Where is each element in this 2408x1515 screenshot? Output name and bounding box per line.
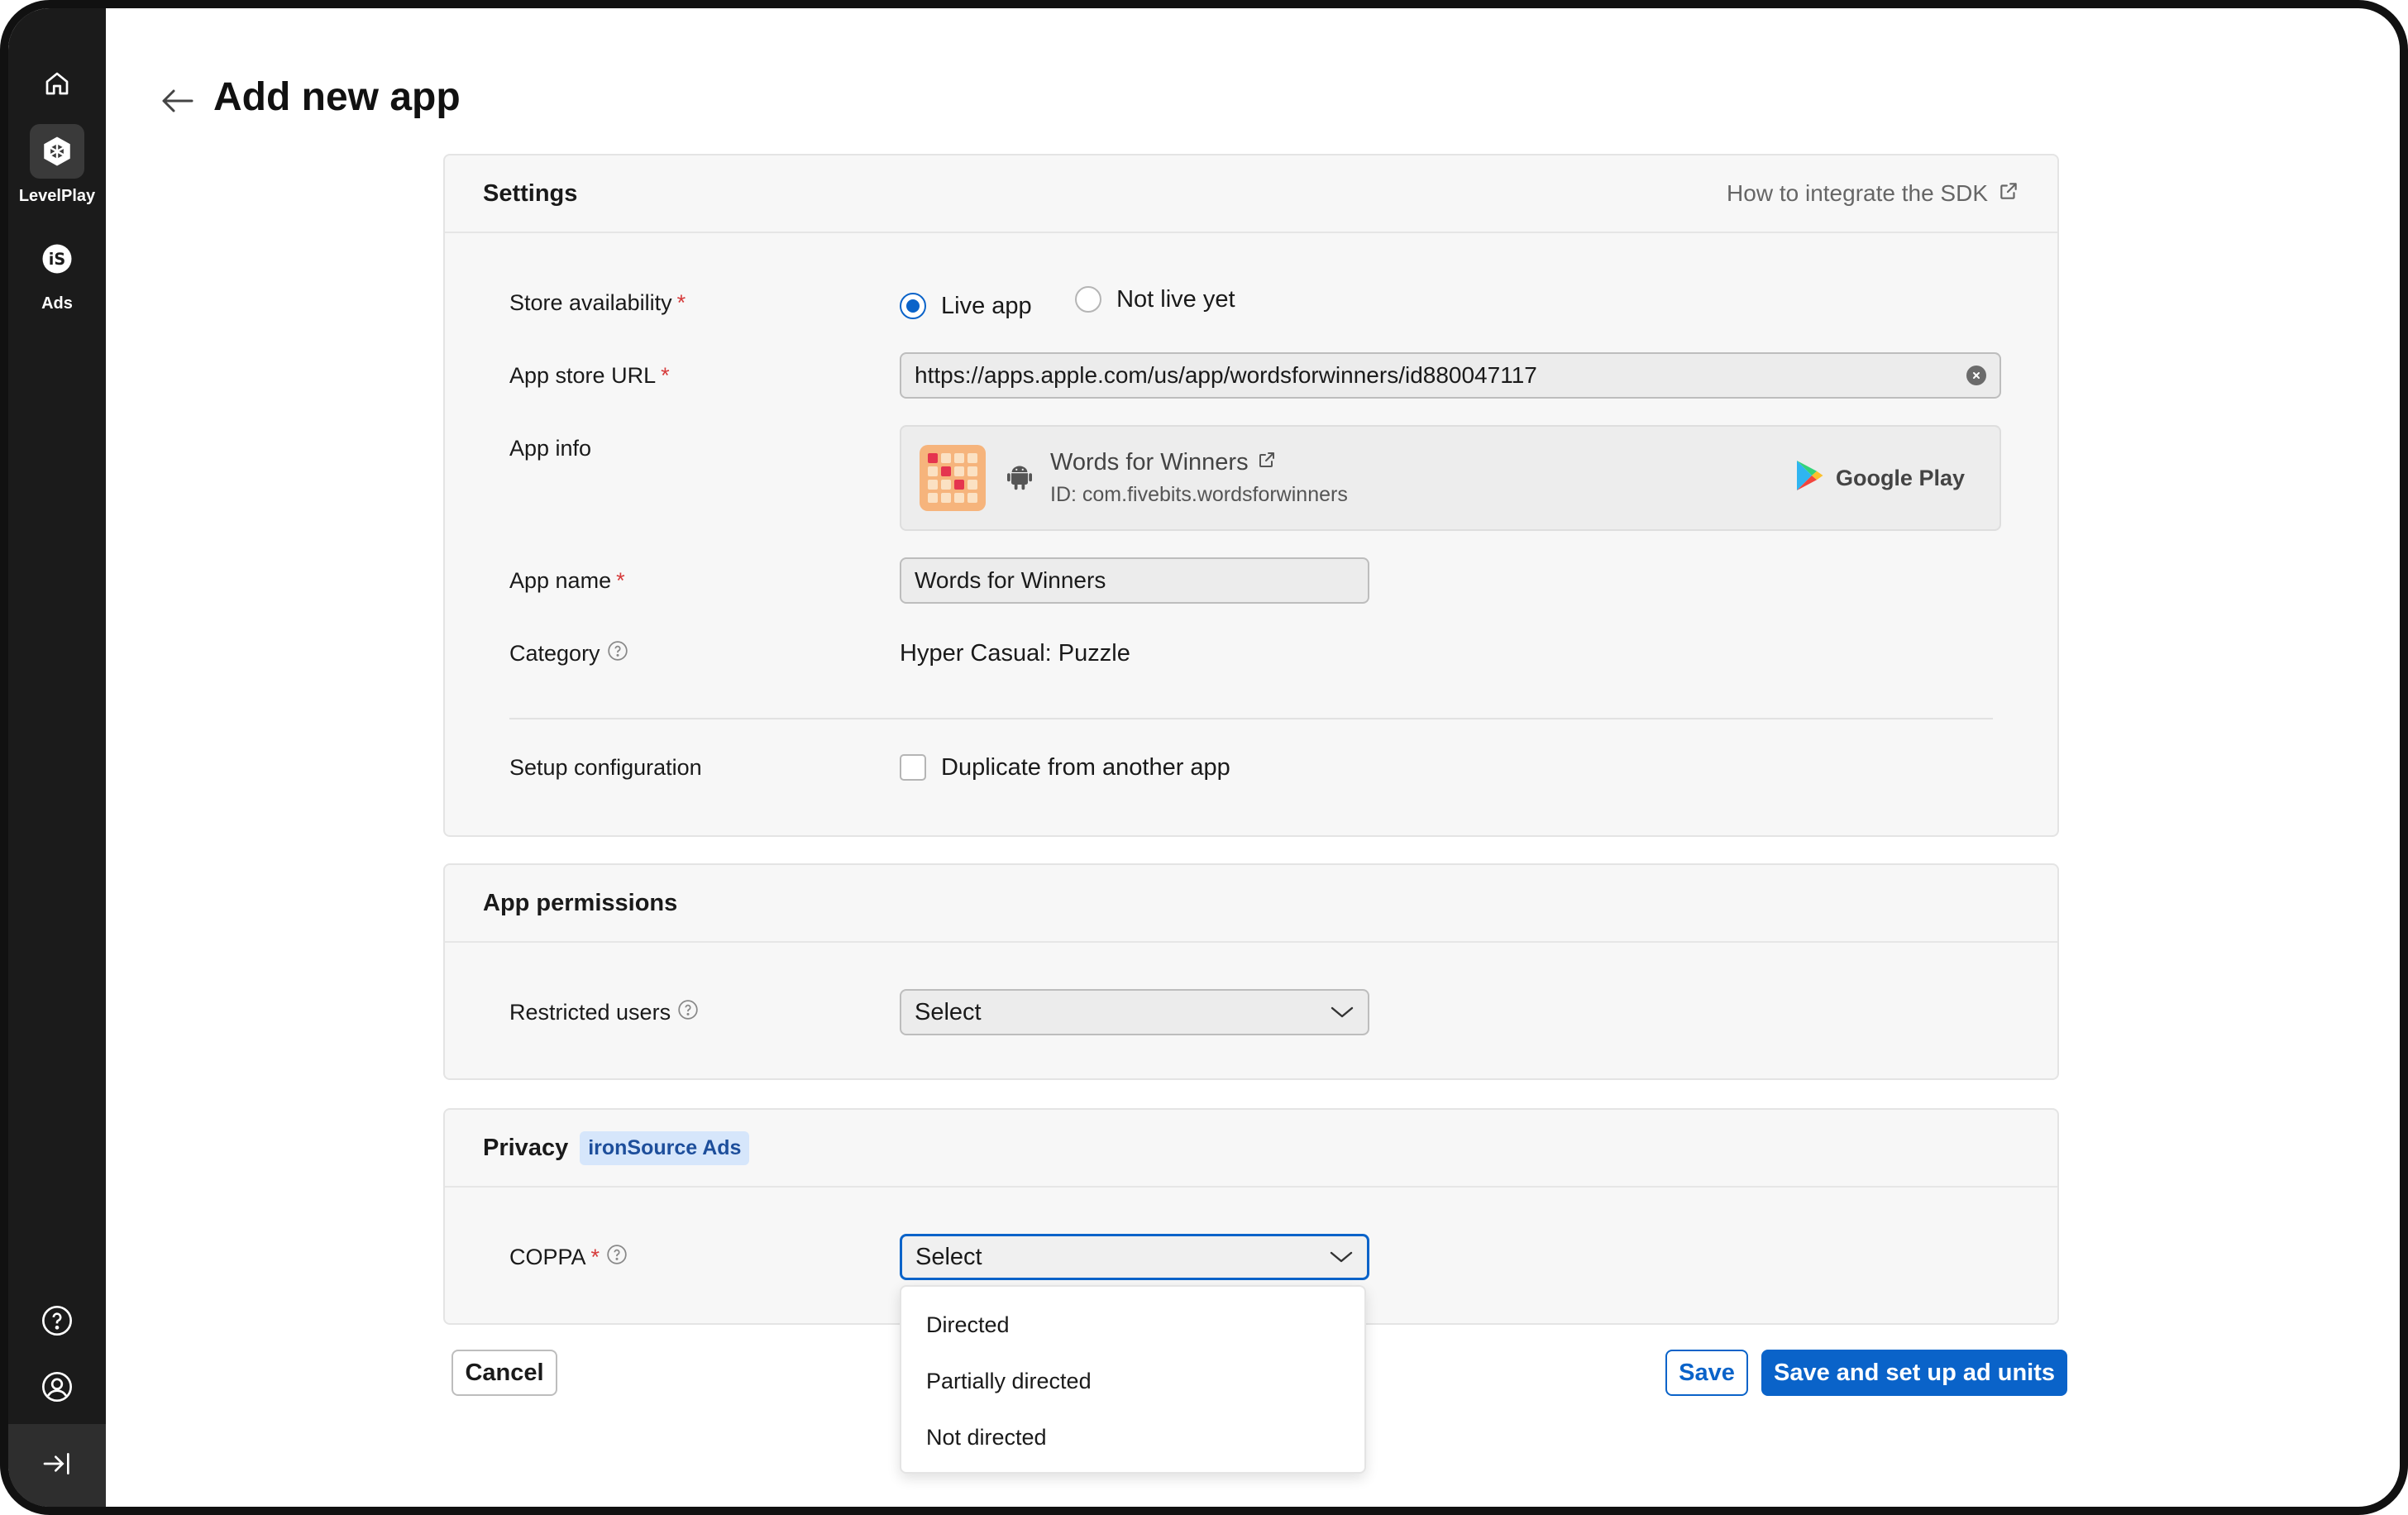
category-label: Category — [509, 640, 628, 667]
app-permissions-header: App permissions — [445, 865, 2057, 943]
sidebar-item-label: LevelPlay — [18, 187, 96, 205]
ironsource-ads-badge: ironSource Ads — [580, 1130, 750, 1165]
coppa-option-not-directed[interactable]: Not directed — [901, 1409, 1364, 1465]
restricted-users-select[interactable]: Select — [900, 989, 1369, 1035]
app-name-label: App name * — [509, 567, 625, 593]
live-app-radio[interactable]: Live app — [900, 293, 1032, 320]
settings-card-header: Settings How to integrate the SDK — [445, 155, 2057, 233]
app-store-url-input[interactable]: https://apps.apple.com/us/app/wordsforwi… — [900, 352, 2001, 399]
coppa-option-partially-directed[interactable]: Partially directed — [901, 1353, 1364, 1409]
store-availability-radio-group: Live app Not live yet — [900, 286, 1275, 320]
restricted-users-label: Restricted users — [509, 999, 699, 1026]
setup-configuration-label: Setup configuration — [509, 754, 702, 780]
unity-icon — [30, 124, 84, 179]
privacy-title: Privacy — [483, 1134, 569, 1161]
checkbox-unchecked-icon — [900, 754, 926, 781]
external-link-icon — [1249, 449, 1277, 476]
sidebar-item-levelplay[interactable]: LevelPlay — [8, 124, 106, 206]
app-info-label: App info — [509, 435, 592, 461]
collapse-icon — [41, 1447, 74, 1484]
ironsource-icon: iS — [30, 232, 84, 286]
sidebar-item-ads[interactable]: iS Ads — [8, 232, 106, 313]
clear-icon[interactable] — [1966, 366, 1986, 385]
home-icon — [30, 56, 84, 111]
settings-title: Settings — [483, 179, 578, 207]
app-window: LevelPlay iS Ads Add new app Settings Ho… — [0, 0, 2408, 1515]
save-and-setup-button[interactable]: Save and set up ad units — [1761, 1350, 2067, 1396]
app-name-row: App name * Words for Winners — [445, 557, 2057, 604]
app-name-input[interactable]: Words for Winners — [900, 557, 1369, 604]
app-permissions-card: App permissions Restricted users Select — [443, 863, 2059, 1080]
chevron-down-icon — [1330, 999, 1354, 1026]
integrate-sdk-link[interactable]: How to integrate the SDK — [1727, 180, 2019, 208]
coppa-option-directed[interactable]: Directed — [901, 1297, 1364, 1353]
sidebar-item-label: Ads — [41, 294, 73, 313]
store-availability-label: Store availability * — [509, 289, 686, 315]
external-link-icon — [1988, 180, 2019, 208]
radio-unselected-icon — [1075, 286, 1102, 313]
restricted-users-row: Restricted users Select — [445, 989, 2057, 1035]
collapse-sidebar-button[interactable] — [8, 1424, 106, 1507]
coppa-select[interactable]: Select — [900, 1234, 1369, 1280]
app-store-url-row: App store URL * https://apps.apple.com/us… — [445, 352, 2057, 399]
app-meta: Words for Winners ID: com.fivebits.words… — [1050, 449, 1348, 507]
radio-selected-icon — [900, 293, 926, 319]
coppa-row: COPPA * Select — [445, 1234, 2057, 1280]
account-button[interactable] — [8, 1360, 106, 1414]
help-circle-icon[interactable] — [607, 640, 628, 667]
help-button[interactable] — [8, 1293, 106, 1348]
svg-text:iS: iS — [49, 250, 65, 269]
duplicate-app-checkbox[interactable]: Duplicate from another app — [900, 754, 1230, 781]
page-title: Add new app — [213, 75, 461, 119]
help-circle-icon[interactable] — [677, 999, 699, 1026]
user-icon — [30, 1360, 84, 1414]
cancel-button[interactable]: Cancel — [452, 1350, 557, 1396]
app-package-id: ID: com.fivebits.wordsforwinners — [1050, 483, 1348, 506]
app-thumbnail — [920, 445, 986, 511]
category-row: Category Hyper Casual: Puzzle — [445, 630, 2057, 676]
settings-card: Settings How to integrate the SDK Store … — [443, 154, 2059, 837]
app-store-link[interactable]: Words for Winners — [1050, 449, 1348, 476]
coppa-label: COPPA * — [509, 1244, 628, 1271]
app-store-url-label: App store URL * — [509, 362, 670, 388]
section-divider — [509, 718, 1993, 719]
google-play-icon — [1794, 459, 1836, 498]
help-icon — [30, 1293, 84, 1348]
chevron-down-icon — [1329, 1244, 1354, 1271]
sidebar: LevelPlay iS Ads — [8, 8, 106, 1507]
help-circle-icon[interactable] — [606, 1244, 628, 1271]
not-live-yet-radio[interactable]: Not live yet — [1075, 286, 1235, 313]
app-info-panel: Words for Winners ID: com.fivebits.words… — [900, 425, 2001, 531]
integrate-sdk-link-label: How to integrate the SDK — [1727, 180, 1988, 206]
back-button[interactable] — [157, 84, 197, 117]
store-badge: Google Play — [1794, 459, 1965, 498]
app-permissions-title: App permissions — [483, 889, 678, 916]
category-value: Hyper Casual: Puzzle — [900, 639, 1130, 667]
privacy-header: Privacy ironSource Ads — [445, 1110, 2057, 1188]
coppa-dropdown-menu: Directed Partially directed Not directed — [900, 1285, 1366, 1474]
sidebar-item-home[interactable] — [8, 56, 106, 111]
store-availability-row: Store availability * Live app Not live ye… — [445, 280, 2057, 326]
save-button[interactable]: Save — [1665, 1350, 1748, 1396]
setup-configuration-row: Setup configuration Duplicate from anoth… — [445, 744, 2057, 791]
arrow-left-icon — [157, 89, 197, 121]
android-icon — [1007, 462, 1032, 495]
